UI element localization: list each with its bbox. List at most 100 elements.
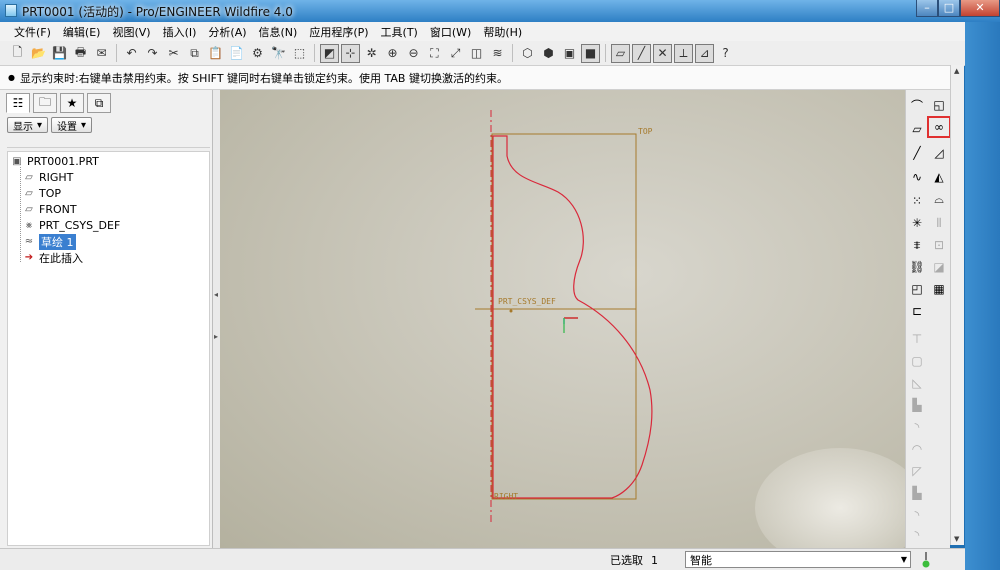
round-dim-icon[interactable]: ◝	[908, 418, 926, 436]
menu-insert[interactable]: 插入(I)	[157, 24, 203, 40]
revolve-icon[interactable]: ∞	[927, 116, 951, 138]
tree-item-label: 在此插入	[39, 251, 83, 265]
datum-axes-icon[interactable]: ╱	[632, 43, 651, 63]
datum-point-tool-icon[interactable]: ⁙	[908, 192, 926, 210]
save-icon[interactable]: 💾	[50, 44, 69, 63]
status-bar: 已选取 1 智能 ▼	[0, 548, 965, 570]
print-icon[interactable]: 🖶	[71, 44, 90, 63]
cut-icon[interactable]: ✂	[164, 44, 183, 63]
blend-icon[interactable]: ◭	[930, 168, 948, 186]
datum-label-right: RIGHT	[494, 492, 518, 501]
favorites-tab-icon[interactable]: ★	[60, 93, 84, 113]
minimize-button[interactable]: –	[916, 0, 938, 17]
panel-splitter[interactable]: ◂ ▸	[213, 90, 220, 548]
merge-icon[interactable]: ⊡	[930, 236, 948, 254]
saved-views-icon[interactable]: ◫	[467, 44, 486, 63]
folder-browser-tab-icon[interactable]: 🗀	[33, 93, 57, 113]
select-box-icon[interactable]: ⬚	[290, 44, 309, 63]
copy-icon[interactable]: ⧉	[185, 44, 204, 63]
datum-points-icon[interactable]: ✕	[653, 43, 672, 63]
whats-this-icon[interactable]: ?	[716, 44, 735, 63]
menu-tools[interactable]: 工具(T)	[375, 24, 424, 40]
paste-special-icon[interactable]: 📄	[227, 44, 246, 63]
reorient-icon[interactable]: ⤢	[446, 44, 465, 63]
layers-icon[interactable]: ≋	[488, 44, 507, 63]
annotation-icon[interactable]: ⊿	[695, 43, 714, 63]
datum-planes-icon[interactable]: ▱	[611, 43, 630, 63]
rib-dim-icon[interactable]: ◺	[908, 374, 926, 392]
hole-tool-icon[interactable]: ⊏	[908, 302, 926, 320]
datum-curve-tool-icon[interactable]: ∿	[908, 168, 926, 186]
close-button[interactable]: ✕	[960, 0, 1000, 17]
annotation-tool-icon[interactable]: ◰	[908, 280, 926, 298]
shell-dim-icon[interactable]: ▙	[908, 396, 926, 414]
tree-item-right[interactable]: ▱ RIGHT	[23, 170, 73, 185]
new-icon[interactable]: 🗋	[8, 44, 27, 63]
redo-icon[interactable]: ↷	[143, 44, 162, 63]
sketch-icon[interactable]: ⌒	[908, 96, 926, 114]
email-icon[interactable]: ✉	[92, 44, 111, 63]
menu-applications[interactable]: 应用程序(P)	[303, 24, 374, 40]
scroll-up-icon[interactable]: ▲	[954, 67, 959, 75]
tree-root[interactable]: ▣ PRT0001.PRT	[11, 154, 99, 169]
menu-info[interactable]: 信息(N)	[253, 24, 304, 40]
surface-icon[interactable]: ⌓	[930, 190, 948, 208]
analysis-tool-icon[interactable]: ⩨	[908, 236, 926, 254]
wireframe-icon[interactable]: ⬡	[518, 44, 537, 63]
zoom-in-icon[interactable]: ⊕	[383, 44, 402, 63]
spin-center-icon[interactable]: ✲	[362, 44, 381, 63]
chamfer-dim-icon[interactable]: ◠	[908, 440, 926, 458]
pattern-dim-icon[interactable]: ◝	[908, 526, 926, 544]
extrude-dim-icon[interactable]: ⊤	[908, 330, 926, 348]
extrude-icon[interactable]: ◱	[930, 96, 948, 114]
tree-item-insert-here[interactable]: ➔ 在此插入	[23, 250, 83, 265]
sweep-dim-icon[interactable]: ◝	[908, 506, 926, 524]
no-hidden-icon[interactable]: ▣	[560, 44, 579, 63]
tree-item-sketch[interactable]: ≈ 草绘 1	[23, 233, 76, 250]
draft-dim-icon[interactable]: ◸	[908, 462, 926, 480]
revolve-dim-icon[interactable]: ▢	[908, 352, 926, 370]
tree-item-csys[interactable]: ⨳ PRT_CSYS_DEF	[23, 218, 120, 233]
tree-item-front[interactable]: ▱ FRONT	[23, 202, 76, 217]
mirror-icon[interactable]: ⫴	[930, 214, 948, 232]
maximize-button[interactable]: □	[938, 0, 960, 17]
menu-file[interactable]: 文件(F)	[8, 24, 57, 40]
datum-plane-tool-icon[interactable]: ▱	[908, 120, 926, 138]
orient-icon[interactable]: ⊹	[341, 43, 360, 63]
csys-tool-icon[interactable]: ✳	[908, 214, 926, 232]
tree-item-top[interactable]: ▱ TOP	[23, 186, 61, 201]
find-icon[interactable]: 🔭	[269, 44, 288, 63]
hidden-line-icon[interactable]: ⬢	[539, 44, 558, 63]
selection-filter[interactable]: 智能 ▼	[685, 551, 911, 568]
refit-icon[interactable]: ⛶	[425, 44, 444, 63]
zoom-out-icon[interactable]: ⊖	[404, 44, 423, 63]
graphics-window[interactable]: TOP PRT_CSYS_DEF RIGHT	[220, 90, 905, 548]
sweep-icon[interactable]: ◿	[930, 144, 948, 162]
vertical-scrollbar[interactable]: ▲ ▼	[950, 65, 964, 545]
menu-help[interactable]: 帮助(H)	[477, 24, 528, 40]
blend-dim-icon[interactable]: ▙	[908, 484, 926, 502]
menu-analysis[interactable]: 分析(A)	[202, 24, 252, 40]
settings-dropdown[interactable]: 设置 ▾	[51, 117, 93, 133]
csys-icon[interactable]: ⟂	[674, 43, 693, 63]
pattern-icon[interactable]: ▦	[930, 280, 948, 298]
trim-icon[interactable]: ◪	[930, 258, 948, 276]
datum-axis-tool-icon[interactable]: ╱	[908, 144, 926, 162]
expand-right-icon[interactable]: ▸	[214, 332, 218, 341]
open-icon[interactable]: 📂	[29, 44, 48, 63]
paste-icon[interactable]: 📋	[206, 44, 225, 63]
connections-tab-icon[interactable]: ⧉	[87, 93, 111, 113]
chain-tool-icon[interactable]: ⛓	[908, 258, 926, 276]
shading-icon[interactable]: ■	[581, 43, 600, 63]
model-tree-tab-icon[interactable]: ☷	[6, 93, 30, 113]
scroll-down-icon[interactable]: ▼	[954, 535, 959, 543]
menu-window[interactable]: 窗口(W)	[424, 24, 477, 40]
regenerate-icon[interactable]: ⚙	[248, 44, 267, 63]
feature-toolbar: ⌒ ▱ ╱ ∿ ⁙ ✳ ⩨ ⛓ ◰ ⊏ ⊤ ▢ ◺ ▙ ◝ ◠ ◸ ▙ ◝ ◝ …	[905, 90, 951, 548]
collapse-left-icon[interactable]: ◂	[214, 290, 218, 299]
repaint-icon[interactable]: ◩	[320, 43, 339, 63]
menu-view[interactable]: 视图(V)	[106, 24, 156, 40]
menu-edit[interactable]: 编辑(E)	[57, 24, 107, 40]
undo-icon[interactable]: ↶	[122, 44, 141, 63]
show-dropdown[interactable]: 显示 ▾	[7, 117, 49, 133]
